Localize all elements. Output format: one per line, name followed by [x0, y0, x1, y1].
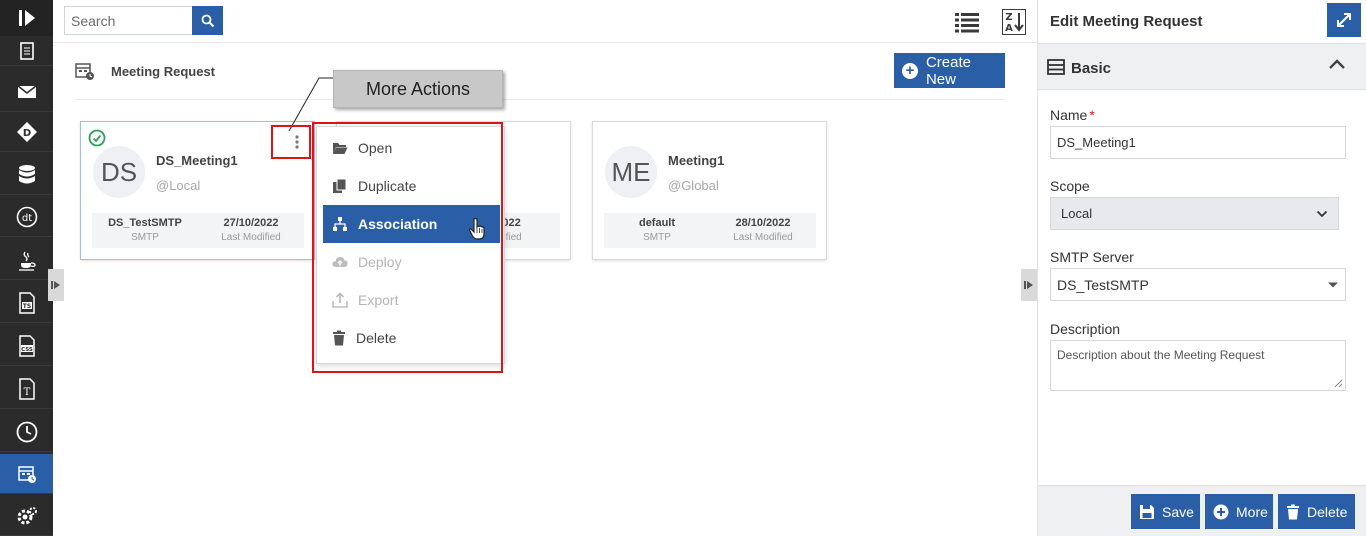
- card-meta-date: 27/10/2022 Last Modified: [198, 217, 304, 243]
- meeting-card-meeting1[interactable]: ME Meeting1 @Global default SMTP 28/10/2…: [592, 121, 827, 260]
- card-meta-date: 28/10/2022 Last Modified: [710, 217, 816, 243]
- list-view-icon[interactable]: [954, 11, 980, 33]
- save-floppy-icon: [1140, 504, 1154, 519]
- annotation-highlight-menu: [312, 122, 503, 373]
- nav-meeting-request-icon[interactable]: [0, 454, 53, 494]
- nav-ts-file-icon[interactable]: TS: [0, 283, 53, 323]
- save-label: Save: [1162, 503, 1194, 520]
- resize-grip-icon[interactable]: [1334, 379, 1343, 388]
- section-title: Basic: [1071, 60, 1112, 77]
- nav-dt-icon[interactable]: dt: [0, 197, 53, 237]
- search-icon: [201, 14, 214, 27]
- smtp-server-value: DS_TestSMTP: [1057, 276, 1149, 293]
- svg-text:A: A: [1005, 23, 1013, 34]
- delete-button[interactable]: Delete: [1278, 494, 1355, 529]
- basic-section-header[interactable]: Basic: [1038, 43, 1366, 90]
- name-label-text: Name: [1050, 107, 1088, 123]
- create-new-label: Create New: [925, 53, 971, 88]
- search-input[interactable]: [64, 6, 192, 35]
- plus-circle-icon: +: [902, 62, 918, 79]
- plus-circle-icon: [1213, 504, 1229, 519]
- card-server-value: default: [638, 217, 676, 229]
- check-circle-icon: [88, 129, 106, 147]
- card-server-value: DS_TestSMTP: [108, 217, 182, 229]
- card-date-value: 27/10/2022: [223, 217, 279, 229]
- svg-text:D: D: [22, 128, 30, 139]
- card-meta: DS_TestSMTP SMTP 27/10/2022 Last Modifie…: [92, 213, 304, 248]
- card-date-label: Last Modified: [733, 232, 793, 243]
- name-field-label: Name *: [1050, 107, 1095, 123]
- card-meta-server: DS_TestSMTP SMTP: [92, 217, 198, 243]
- panel-title: Edit Meeting Request: [1050, 13, 1203, 30]
- nav-diamond-d-icon[interactable]: D: [0, 112, 53, 152]
- chevron-down-icon: [1316, 210, 1328, 217]
- nav-clock-icon[interactable]: [0, 412, 53, 452]
- form-section-icon: [1047, 59, 1065, 75]
- trash-icon: [1287, 504, 1299, 519]
- card-server-label: SMTP: [643, 232, 671, 243]
- description-value: Description about the Meeting Request: [1057, 348, 1265, 362]
- edit-panel: Edit Meeting Request Basic Name * DS_Meet…: [1037, 0, 1366, 536]
- expand-arrows-icon: [1337, 13, 1351, 27]
- create-new-button[interactable]: + Create New: [894, 53, 1005, 88]
- svg-text:Z: Z: [1005, 12, 1012, 23]
- card-server-label: SMTP: [131, 232, 159, 243]
- left-nav-rail: D dt TS CSS T: [0, 0, 53, 536]
- required-asterisk: *: [1089, 107, 1095, 123]
- maximize-panel-button[interactable]: [1327, 3, 1361, 37]
- card-meta-server: default SMTP: [604, 217, 710, 243]
- smtp-server-combobox[interactable]: DS_TestSMTP: [1050, 268, 1346, 301]
- right-collapse-handle[interactable]: [1021, 269, 1037, 301]
- scope-selected-value: Local: [1061, 206, 1093, 221]
- topbar-divider: [53, 42, 1037, 43]
- left-collapse-handle[interactable]: [48, 269, 64, 301]
- annotation-highlight-kebab: [271, 125, 311, 159]
- card-scope: @Local: [156, 178, 201, 193]
- save-button[interactable]: Save: [1131, 494, 1200, 529]
- chevron-up-icon[interactable]: [1328, 58, 1346, 70]
- svg-text:TS: TS: [22, 303, 30, 310]
- description-field-label: Description: [1050, 321, 1121, 337]
- more-actions-annotation-label: More Actions: [333, 70, 503, 108]
- nav-text-file-icon[interactable]: T: [0, 369, 53, 409]
- delete-label: Delete: [1307, 503, 1348, 520]
- avatar: ME: [605, 146, 657, 198]
- description-textarea[interactable]: Description about the Meeting Request: [1050, 340, 1346, 391]
- panel-footer: Save More Delete: [1038, 485, 1366, 536]
- svg-text:CSS: CSS: [21, 347, 33, 353]
- svg-text:dt: dt: [21, 213, 31, 224]
- nav-settings-gear-icon[interactable]: [0, 496, 53, 536]
- expand-right-icon: [51, 281, 60, 289]
- heading-divider: [75, 99, 1005, 100]
- sort-z-a-icon[interactable]: ZA: [1002, 9, 1026, 35]
- avatar: DS: [93, 146, 145, 198]
- scope-field-label: Scope: [1050, 178, 1090, 194]
- nav-java-icon[interactable]: [0, 240, 53, 280]
- expand-right-icon: [1024, 281, 1033, 289]
- nav-database-icon[interactable]: [0, 155, 53, 195]
- nav-document-icon[interactable]: [0, 36, 53, 66]
- app-logo-icon[interactable]: [0, 0, 53, 36]
- more-button[interactable]: More: [1205, 494, 1273, 529]
- card-name: DS_Meeting1: [156, 153, 238, 168]
- more-label: More: [1236, 503, 1268, 520]
- card-scope: @Global: [668, 178, 719, 193]
- card-meta: default SMTP 28/10/2022 Last Modified: [604, 213, 816, 248]
- card-date-label: Last Modified: [221, 232, 281, 243]
- card-name: Meeting1: [668, 153, 725, 168]
- meeting-request-page-icon: [75, 61, 95, 81]
- nav-mail-icon[interactable]: [0, 72, 53, 112]
- caret-down-icon: [1328, 282, 1338, 287]
- nav-css-file-icon[interactable]: CSS: [0, 326, 53, 366]
- card-date-value: 28/10/2022: [735, 217, 791, 229]
- svg-text:T: T: [23, 387, 30, 398]
- page-title: Meeting Request: [111, 64, 216, 79]
- search-button[interactable]: [192, 6, 223, 35]
- smtp-server-field-label: SMTP Server: [1050, 249, 1134, 265]
- scope-select[interactable]: Local: [1050, 197, 1339, 230]
- name-input[interactable]: DS_Meeting1: [1050, 126, 1346, 159]
